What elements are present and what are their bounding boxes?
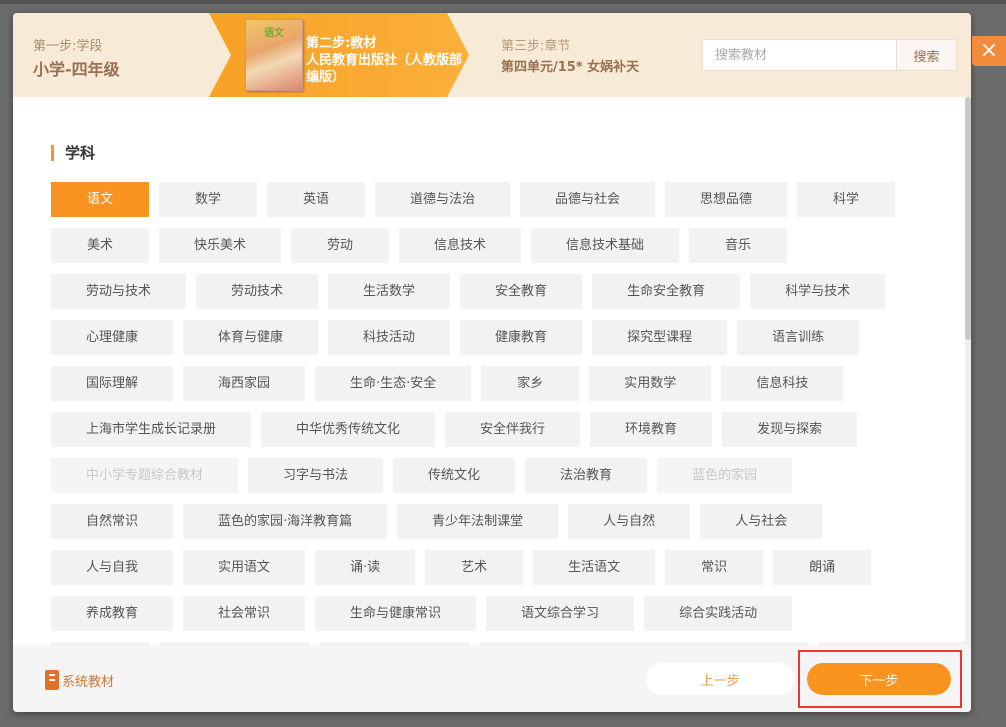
subject-row: 语文数学英语道德与法治品德与社会思想品德科学: [51, 182, 931, 217]
subject-tag[interactable]: 劳动: [291, 228, 389, 263]
subject-tag[interactable]: 上海市学生成长记录册: [51, 412, 251, 447]
section-title: 学科: [51, 145, 95, 161]
subject-tag[interactable]: 养成教育: [51, 596, 173, 631]
subject-tag[interactable]: 发现与探索: [722, 412, 857, 447]
subject-tag[interactable]: 诵·读: [315, 550, 415, 585]
step-header: 第一步:学段 小学-四年级 语文 第二步:教材 人民教育出版社（人教版部编版） …: [13, 13, 971, 97]
subject-tag[interactable]: 数学: [159, 182, 257, 217]
subject-row: 养成教育社会常识生命与健康常识语文综合学习综合实践活动: [51, 596, 931, 631]
scrollbar-thumb[interactable]: [965, 97, 971, 340]
search-button[interactable]: 搜索: [896, 40, 956, 70]
subject-tag[interactable]: 中华优秀传统文化: [261, 412, 435, 447]
subject-tag[interactable]: 品德与社会: [520, 182, 655, 217]
subject-tag[interactable]: 科学与技术: [750, 274, 885, 309]
step-2-textbook[interactable]: 语文 第二步:教材 人民教育出版社（人教版部编版）: [209, 13, 469, 97]
subject-row: 美术快乐美术劳动信息技术信息技术基础音乐: [51, 228, 931, 263]
subject-tag[interactable]: 信息技术基础: [531, 228, 679, 263]
book-icon: [45, 670, 59, 690]
subject-tag[interactable]: 科学: [797, 182, 895, 217]
system-textbook-link[interactable]: 系统教材: [45, 670, 114, 690]
subject-tag[interactable]: 环境教育: [590, 412, 712, 447]
subject-tag[interactable]: 生活数学: [328, 274, 450, 309]
subject-tag: 蓝色的家园: [657, 458, 792, 493]
subject-tag: 中小学专题综合教材: [51, 458, 238, 493]
subject-tag[interactable]: 健康教育: [460, 320, 582, 355]
subject-tag[interactable]: 法治教育: [525, 458, 647, 493]
subject-tag[interactable]: 传统文化: [393, 458, 515, 493]
step-3-value: 第四单元/15* 女娲补天: [501, 56, 639, 75]
subject-tag[interactable]: 生活语文: [533, 550, 655, 585]
subject-tag[interactable]: 信息科技: [721, 366, 843, 401]
subject-tag[interactable]: 思想品德: [665, 182, 787, 217]
subject-tag[interactable]: 自然常识: [51, 504, 173, 539]
subject-tag[interactable]: 习字与书法: [248, 458, 383, 493]
subject-tag[interactable]: 海西家园: [183, 366, 305, 401]
subject-list-area: 学科 语文数学英语道德与法治品德与社会思想品德科学美术快乐美术劳动信息技术信息技…: [13, 97, 965, 645]
subject-tag[interactable]: 快乐美术: [159, 228, 281, 263]
subject-tag[interactable]: 探究型课程: [592, 320, 727, 355]
subject-tag[interactable]: 安全伴我行: [445, 412, 580, 447]
close-icon[interactable]: ×: [972, 36, 1006, 66]
step-2-label: 第二步:教材: [306, 35, 466, 52]
scrollbar[interactable]: [965, 97, 971, 645]
subject-tag[interactable]: 艺术: [425, 550, 523, 585]
subject-tag[interactable]: 音乐: [689, 228, 787, 263]
step-3-label: 第三步:章节: [501, 35, 639, 54]
subject-tag[interactable]: 劳动技术: [196, 274, 318, 309]
subject-tag[interactable]: 安全教育: [460, 274, 582, 309]
subject-row: 人与自我实用语文诵·读艺术生活语文常识朗诵: [51, 550, 931, 585]
subject-tag[interactable]: 实用数学: [589, 366, 711, 401]
subject-tag[interactable]: 语文综合学习: [486, 596, 634, 631]
subject-tag[interactable]: 综合实践活动: [644, 596, 792, 631]
textbook-selector-dialog: 第一步:学段 小学-四年级 语文 第二步:教材 人民教育出版社（人教版部编版） …: [13, 13, 971, 712]
subject-tag[interactable]: 生命安全教育: [592, 274, 740, 309]
search-box: 搜索: [702, 39, 957, 71]
subject-tag[interactable]: 家乡: [481, 366, 579, 401]
subject-row: 国际理解海西家园生命·生态·安全家乡实用数学信息科技: [51, 366, 931, 401]
subject-row: 自然常识蓝色的家园·海洋教育篇青少年法制课堂人与自然人与社会: [51, 504, 931, 539]
subject-tag[interactable]: 心理健康: [51, 320, 173, 355]
subject-row: 上海市学生成长记录册中华优秀传统文化安全伴我行环境教育发现与探索: [51, 412, 931, 447]
subject-tag[interactable]: 青少年法制课堂: [397, 504, 558, 539]
step-3-chapter[interactable]: 第三步:章节 第四单元/15* 女娲补天: [501, 35, 639, 75]
subject-tag[interactable]: 人与自然: [568, 504, 690, 539]
subject-tag[interactable]: 人与自我: [51, 550, 173, 585]
subject-tag[interactable]: 英语: [267, 182, 365, 217]
step-1-value: 小学-四年级: [33, 56, 120, 80]
subject-tag[interactable]: 国际理解: [51, 366, 173, 401]
subject-tag[interactable]: 蓝色的家园·海洋教育篇: [183, 504, 387, 539]
subject-tag[interactable]: 语文: [51, 182, 149, 217]
textbook-cover-image: 语文: [245, 19, 303, 91]
step-2-value: 人民教育出版社（人教版部编版）: [306, 52, 466, 86]
subject-tag[interactable]: 朗诵: [773, 550, 871, 585]
subject-tag[interactable]: 人与社会: [700, 504, 822, 539]
previous-step-button[interactable]: 上一步: [646, 663, 794, 695]
subject-tag[interactable]: 体育与健康: [183, 320, 318, 355]
search-input[interactable]: [703, 40, 896, 70]
subject-tag[interactable]: 科技活动: [328, 320, 450, 355]
subject-tag[interactable]: 美术: [51, 228, 149, 263]
subject-row: 劳动与技术劳动技术生活数学安全教育生命安全教育科学与技术: [51, 274, 931, 309]
subject-tag[interactable]: 信息技术: [399, 228, 521, 263]
subject-row: 中小学专题综合教材习字与书法传统文化法治教育蓝色的家园: [51, 458, 931, 493]
subject-tag[interactable]: 社会常识: [183, 596, 305, 631]
step-1-label: 第一步:学段: [33, 35, 120, 54]
cover-title: 语文: [264, 24, 284, 39]
subject-tag[interactable]: 劳动与技术: [51, 274, 186, 309]
subject-tag[interactable]: 生命·生态·安全: [315, 366, 471, 401]
highlight-box: [798, 650, 962, 708]
subject-tag[interactable]: 道德与法治: [375, 182, 510, 217]
step-1-grade[interactable]: 第一步:学段 小学-四年级: [33, 35, 120, 80]
subject-tags: 语文数学英语道德与法治品德与社会思想品德科学美术快乐美术劳动信息技术信息技术基础…: [51, 182, 931, 645]
subject-tag[interactable]: 实用语文: [183, 550, 305, 585]
subject-tag[interactable]: 常识: [665, 550, 763, 585]
subject-row: 心理健康体育与健康科技活动健康教育探究型课程语言训练: [51, 320, 931, 355]
top-bar: [0, 0, 1006, 4]
subject-tag[interactable]: 语言训练: [737, 320, 859, 355]
system-textbook-label: 系统教材: [62, 671, 114, 690]
subject-tag[interactable]: 生命与健康常识: [315, 596, 476, 631]
